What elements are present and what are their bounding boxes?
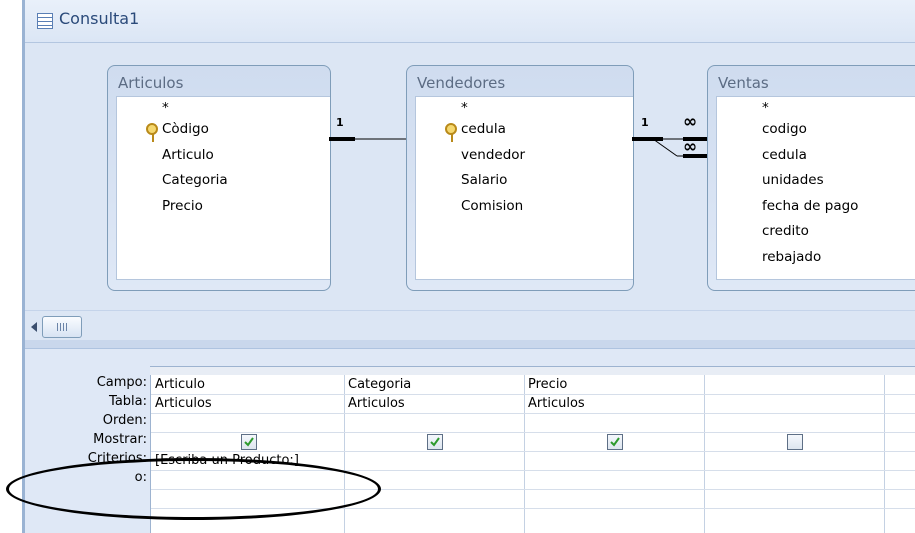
campo-cell[interactable]: Precio <box>524 375 704 394</box>
relation-one-label: 1 <box>336 116 344 129</box>
relation-line-articulos-ventas[interactable] <box>652 138 678 157</box>
relation-many-label: ∞ <box>683 112 698 132</box>
relation-many-label: ∞ <box>683 137 698 157</box>
scroll-left-icon[interactable] <box>31 322 37 332</box>
tabla-cell[interactable]: Articulos <box>524 394 704 413</box>
grid-cells: Articulo Categoria Precio Articulos Arti… <box>150 375 915 533</box>
campo-cell[interactable] <box>704 375 884 394</box>
query-design-grid: Campo: Tabla: Orden: Mostrar: Criterios:… <box>25 349 915 533</box>
table-designer-area: Articulos * Còdigo Articulo Categoria Pr… <box>25 43 915 310</box>
criterios-cell[interactable] <box>704 451 884 470</box>
tabla-cell[interactable]: Articulos <box>344 394 524 413</box>
orden-cell[interactable] <box>524 413 704 432</box>
scroll-thumb[interactable] <box>42 316 82 338</box>
campo-cell[interactable]: Categoria <box>344 375 524 394</box>
row-label-campo: Campo: <box>96 375 147 390</box>
row-divider <box>151 432 915 433</box>
horizontal-scrollbar[interactable] <box>25 310 915 341</box>
row-label-tabla: Tabla: <box>109 394 147 409</box>
row-label-mostrar: Mostrar: <box>93 432 147 447</box>
tabla-cell[interactable]: Articulos <box>151 394 344 413</box>
check-icon <box>610 437 620 447</box>
window-title: Consulta1 <box>59 9 140 28</box>
mostrar-checkbox[interactable] <box>427 434 443 450</box>
mostrar-checkbox[interactable] <box>241 434 257 450</box>
orden-cell[interactable] <box>704 413 884 432</box>
mostrar-checkbox[interactable] <box>607 434 623 450</box>
row-divider <box>151 489 915 490</box>
criterios-cell[interactable]: [Escriba un Producto:] <box>151 451 344 470</box>
o-cell[interactable] <box>344 470 524 489</box>
orden-cell[interactable] <box>151 413 344 432</box>
o-cell[interactable] <box>151 470 344 489</box>
row-label-o: o: <box>134 470 147 485</box>
relation-one-label: 1 <box>641 116 649 129</box>
tabla-cell[interactable] <box>704 394 884 413</box>
row-divider <box>151 508 915 509</box>
o-cell[interactable] <box>524 470 704 489</box>
mostrar-checkbox[interactable] <box>787 434 803 450</box>
campo-cell[interactable]: Articulo <box>151 375 344 394</box>
relationship-lines <box>329 137 707 158</box>
row-label-criterios: Criterios: <box>87 451 147 466</box>
check-icon <box>244 437 254 447</box>
row-label-orden: Orden: <box>102 413 147 428</box>
column-divider <box>884 375 885 533</box>
criterios-cell[interactable] <box>524 451 704 470</box>
pane-splitter[interactable] <box>25 340 915 349</box>
check-icon <box>430 437 440 447</box>
title-bar: Consulta1 <box>25 0 915 43</box>
orden-cell[interactable] <box>344 413 524 432</box>
criterios-cell[interactable] <box>344 451 524 470</box>
o-cell[interactable] <box>704 470 884 489</box>
query-icon <box>37 13 53 29</box>
